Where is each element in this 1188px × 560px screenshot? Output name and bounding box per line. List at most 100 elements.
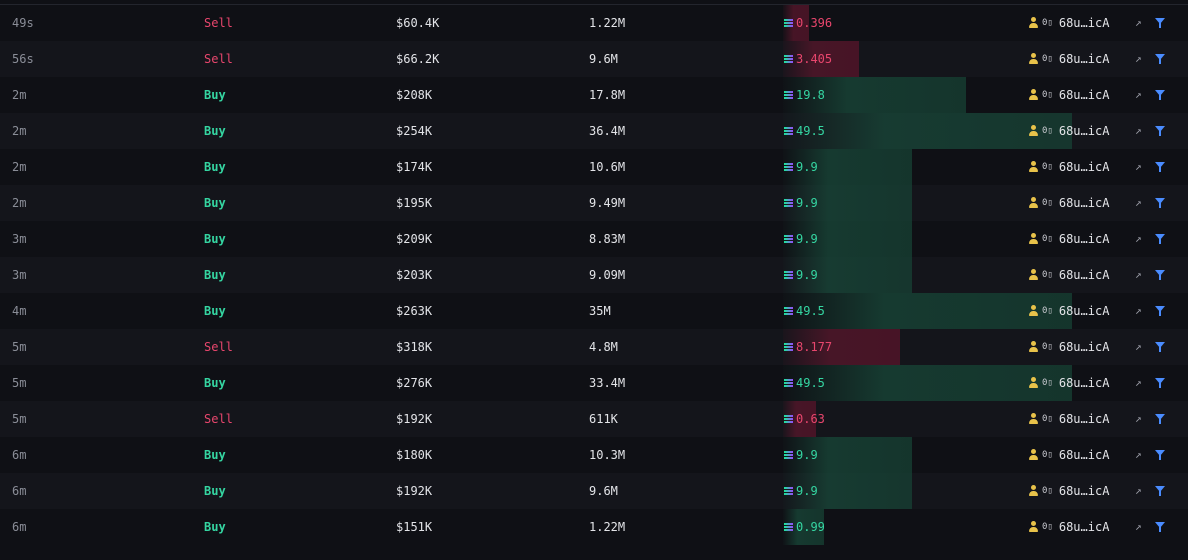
table-row[interactable]: 2m Buy $195K 9.49M 9.9 0▯ 68u…icA ↗ bbox=[0, 185, 1188, 221]
trader-cell[interactable]: 0▯ 68u…icA bbox=[1028, 329, 1109, 365]
trader-address[interactable]: 68u…icA bbox=[1059, 412, 1110, 426]
external-link-icon[interactable]: ↗ bbox=[1135, 401, 1142, 437]
solana-icon bbox=[784, 378, 793, 387]
trader-address[interactable]: 68u…icA bbox=[1059, 268, 1110, 282]
trader-cell[interactable]: 0▯ 68u…icA bbox=[1028, 437, 1109, 473]
solana-icon bbox=[784, 198, 793, 207]
trade-type: Buy bbox=[204, 88, 226, 102]
table-row[interactable]: 56s Sell $66.2K 9.6M 3.405 0▯ 68u…icA ↗ bbox=[0, 41, 1188, 77]
trade-token-amount: 17.8M bbox=[589, 88, 626, 102]
trader-cell[interactable]: 0▯ 68u…icA bbox=[1028, 185, 1109, 221]
table-row[interactable]: 6m Buy $192K 9.6M 9.9 0▯ 68u…icA ↗ bbox=[0, 473, 1188, 509]
trader-tag: 0▯ bbox=[1042, 53, 1053, 64]
table-row[interactable]: 5m Buy $276K 33.4M 49.5 0▯ 68u…icA ↗ bbox=[0, 365, 1188, 401]
table-row[interactable]: 3m Buy $209K 8.83M 9.9 0▯ 68u…icA ↗ bbox=[0, 221, 1188, 257]
filter-icon[interactable] bbox=[1155, 486, 1165, 496]
user-icon bbox=[1028, 376, 1039, 389]
trade-type: Sell bbox=[204, 16, 233, 30]
external-link-icon[interactable]: ↗ bbox=[1135, 437, 1142, 473]
sol-amount-value: 19.8 bbox=[796, 88, 825, 102]
filter-icon[interactable] bbox=[1155, 198, 1165, 208]
sol-amount-value: 0.99 bbox=[796, 520, 825, 534]
table-row[interactable]: 6m Buy $180K 10.3M 9.9 0▯ 68u…icA ↗ bbox=[0, 437, 1188, 473]
trader-cell[interactable]: 0▯ 68u…icA bbox=[1028, 5, 1109, 41]
trader-address[interactable]: 68u…icA bbox=[1059, 304, 1110, 318]
trade-sol-amount: 9.9 bbox=[784, 473, 818, 509]
external-link-icon[interactable]: ↗ bbox=[1135, 5, 1142, 41]
trader-cell[interactable]: 0▯ 68u…icA bbox=[1028, 149, 1109, 185]
external-link-icon[interactable]: ↗ bbox=[1135, 221, 1142, 257]
external-link-icon[interactable]: ↗ bbox=[1135, 329, 1142, 365]
trader-tag: 0▯ bbox=[1042, 485, 1053, 496]
user-icon bbox=[1028, 124, 1039, 137]
trader-address[interactable]: 68u…icA bbox=[1059, 520, 1110, 534]
trader-address[interactable]: 68u…icA bbox=[1059, 340, 1110, 354]
trade-token-amount: 8.83M bbox=[589, 232, 626, 246]
trader-address[interactable]: 68u…icA bbox=[1059, 16, 1110, 30]
trader-tag: 0▯ bbox=[1042, 125, 1053, 136]
trader-address[interactable]: 68u…icA bbox=[1059, 124, 1110, 138]
trader-cell[interactable]: 0▯ 68u…icA bbox=[1028, 365, 1109, 401]
trader-address[interactable]: 68u…icA bbox=[1059, 196, 1110, 210]
trader-cell[interactable]: 0▯ 68u…icA bbox=[1028, 473, 1109, 509]
table-row[interactable]: 5m Sell $318K 4.8M 8.177 0▯ 68u…icA ↗ bbox=[0, 329, 1188, 365]
trader-cell[interactable]: 0▯ 68u…icA bbox=[1028, 509, 1109, 545]
table-row[interactable]: 3m Buy $203K 9.09M 9.9 0▯ 68u…icA ↗ bbox=[0, 257, 1188, 293]
external-link-icon[interactable]: ↗ bbox=[1135, 77, 1142, 113]
table-row[interactable]: 2m Buy $208K 17.8M 19.8 0▯ 68u…icA ↗ bbox=[0, 77, 1188, 113]
trade-type: Buy bbox=[204, 376, 226, 390]
table-row[interactable]: 2m Buy $174K 10.6M 9.9 0▯ 68u…icA ↗ bbox=[0, 149, 1188, 185]
trader-address[interactable]: 68u…icA bbox=[1059, 448, 1110, 462]
trader-cell[interactable]: 0▯ 68u…icA bbox=[1028, 77, 1109, 113]
external-link-icon[interactable]: ↗ bbox=[1135, 257, 1142, 293]
user-icon bbox=[1028, 196, 1039, 209]
external-link-icon[interactable]: ↗ bbox=[1135, 185, 1142, 221]
trade-sol-amount: 0.63 bbox=[784, 401, 825, 437]
filter-icon[interactable] bbox=[1155, 378, 1165, 388]
external-link-icon[interactable]: ↗ bbox=[1135, 509, 1142, 545]
trade-usd-value: $209K bbox=[396, 232, 433, 246]
external-link-icon[interactable]: ↗ bbox=[1135, 113, 1142, 149]
trade-token-amount: 9.49M bbox=[589, 196, 626, 210]
table-row[interactable]: 6m Buy $151K 1.22M 0.99 0▯ 68u…icA ↗ bbox=[0, 509, 1188, 545]
sol-amount-value: 9.9 bbox=[796, 484, 818, 498]
table-row[interactable]: 2m Buy $254K 36.4M 49.5 0▯ 68u…icA ↗ bbox=[0, 113, 1188, 149]
filter-icon[interactable] bbox=[1155, 270, 1165, 280]
filter-icon[interactable] bbox=[1155, 162, 1165, 172]
solana-icon bbox=[784, 18, 793, 27]
filter-icon[interactable] bbox=[1155, 18, 1165, 28]
trader-address[interactable]: 68u…icA bbox=[1059, 376, 1110, 390]
trader-address[interactable]: 68u…icA bbox=[1059, 52, 1110, 66]
trader-address[interactable]: 68u…icA bbox=[1059, 160, 1110, 174]
table-row[interactable]: 4m Buy $263K 35M 49.5 0▯ 68u…icA ↗ bbox=[0, 293, 1188, 329]
filter-icon[interactable] bbox=[1155, 54, 1165, 64]
filter-icon[interactable] bbox=[1155, 90, 1165, 100]
trader-address[interactable]: 68u…icA bbox=[1059, 484, 1110, 498]
sol-amount-value: 49.5 bbox=[796, 304, 825, 318]
table-row[interactable]: 49s Sell $60.4K 1.22M 0.396 0▯ 68u…icA ↗ bbox=[0, 5, 1188, 41]
trader-cell[interactable]: 0▯ 68u…icA bbox=[1028, 221, 1109, 257]
trader-cell[interactable]: 0▯ 68u…icA bbox=[1028, 41, 1109, 77]
trader-cell[interactable]: 0▯ 68u…icA bbox=[1028, 113, 1109, 149]
trader-tag: 0▯ bbox=[1042, 269, 1053, 280]
filter-icon[interactable] bbox=[1155, 234, 1165, 244]
trader-address[interactable]: 68u…icA bbox=[1059, 88, 1110, 102]
trader-address[interactable]: 68u…icA bbox=[1059, 232, 1110, 246]
table-row[interactable]: 5m Sell $192K 611K 0.63 0▯ 68u…icA ↗ bbox=[0, 401, 1188, 437]
filter-icon[interactable] bbox=[1155, 414, 1165, 424]
filter-icon[interactable] bbox=[1155, 450, 1165, 460]
trader-cell[interactable]: 0▯ 68u…icA bbox=[1028, 257, 1109, 293]
external-link-icon[interactable]: ↗ bbox=[1135, 473, 1142, 509]
filter-icon[interactable] bbox=[1155, 306, 1165, 316]
filter-icon[interactable] bbox=[1155, 126, 1165, 136]
external-link-icon[interactable]: ↗ bbox=[1135, 149, 1142, 185]
filter-icon[interactable] bbox=[1155, 522, 1165, 532]
external-link-icon[interactable]: ↗ bbox=[1135, 41, 1142, 77]
filter-icon[interactable] bbox=[1155, 342, 1165, 352]
trader-cell[interactable]: 0▯ 68u…icA bbox=[1028, 401, 1109, 437]
trade-token-amount: 9.09M bbox=[589, 268, 626, 282]
external-link-icon[interactable]: ↗ bbox=[1135, 365, 1142, 401]
trader-cell[interactable]: 0▯ 68u…icA bbox=[1028, 293, 1109, 329]
trader-tag: 0▯ bbox=[1042, 161, 1053, 172]
external-link-icon[interactable]: ↗ bbox=[1135, 293, 1142, 329]
